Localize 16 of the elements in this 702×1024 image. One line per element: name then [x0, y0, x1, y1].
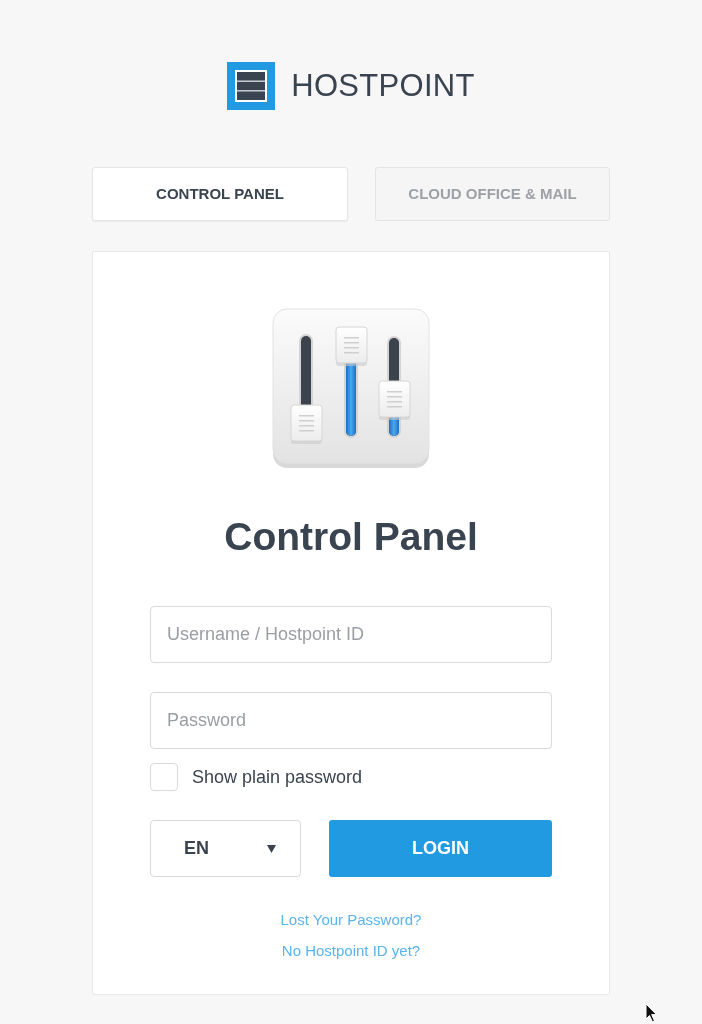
tab[interactable]: CLOUD OFFICE & MAIL — [375, 167, 610, 221]
checkbox-label[interactable]: Show plain password — [192, 765, 363, 789]
password-field[interactable]: Password — [150, 692, 552, 749]
username-field[interactable]: Username / Hostpoint ID — [150, 606, 552, 663]
login-button[interactable]: LOGIN — [329, 820, 552, 877]
checkbox[interactable] — [150, 763, 178, 791]
sliders-icon — [272, 308, 430, 470]
language-select[interactable]: EN — [150, 820, 301, 877]
tab[interactable]: CONTROL PANEL — [92, 167, 348, 221]
help-link[interactable]: Lost Your Password? — [280, 909, 422, 931]
panel-title: Control Panel — [224, 514, 478, 560]
caret-icon — [267, 844, 276, 853]
logo-icon — [227, 62, 276, 110]
logo-text: HOSTPOINT — [291, 67, 475, 105]
language-value: EN — [184, 837, 209, 860]
help-link[interactable]: No Hostpoint ID yet? — [281, 940, 421, 962]
